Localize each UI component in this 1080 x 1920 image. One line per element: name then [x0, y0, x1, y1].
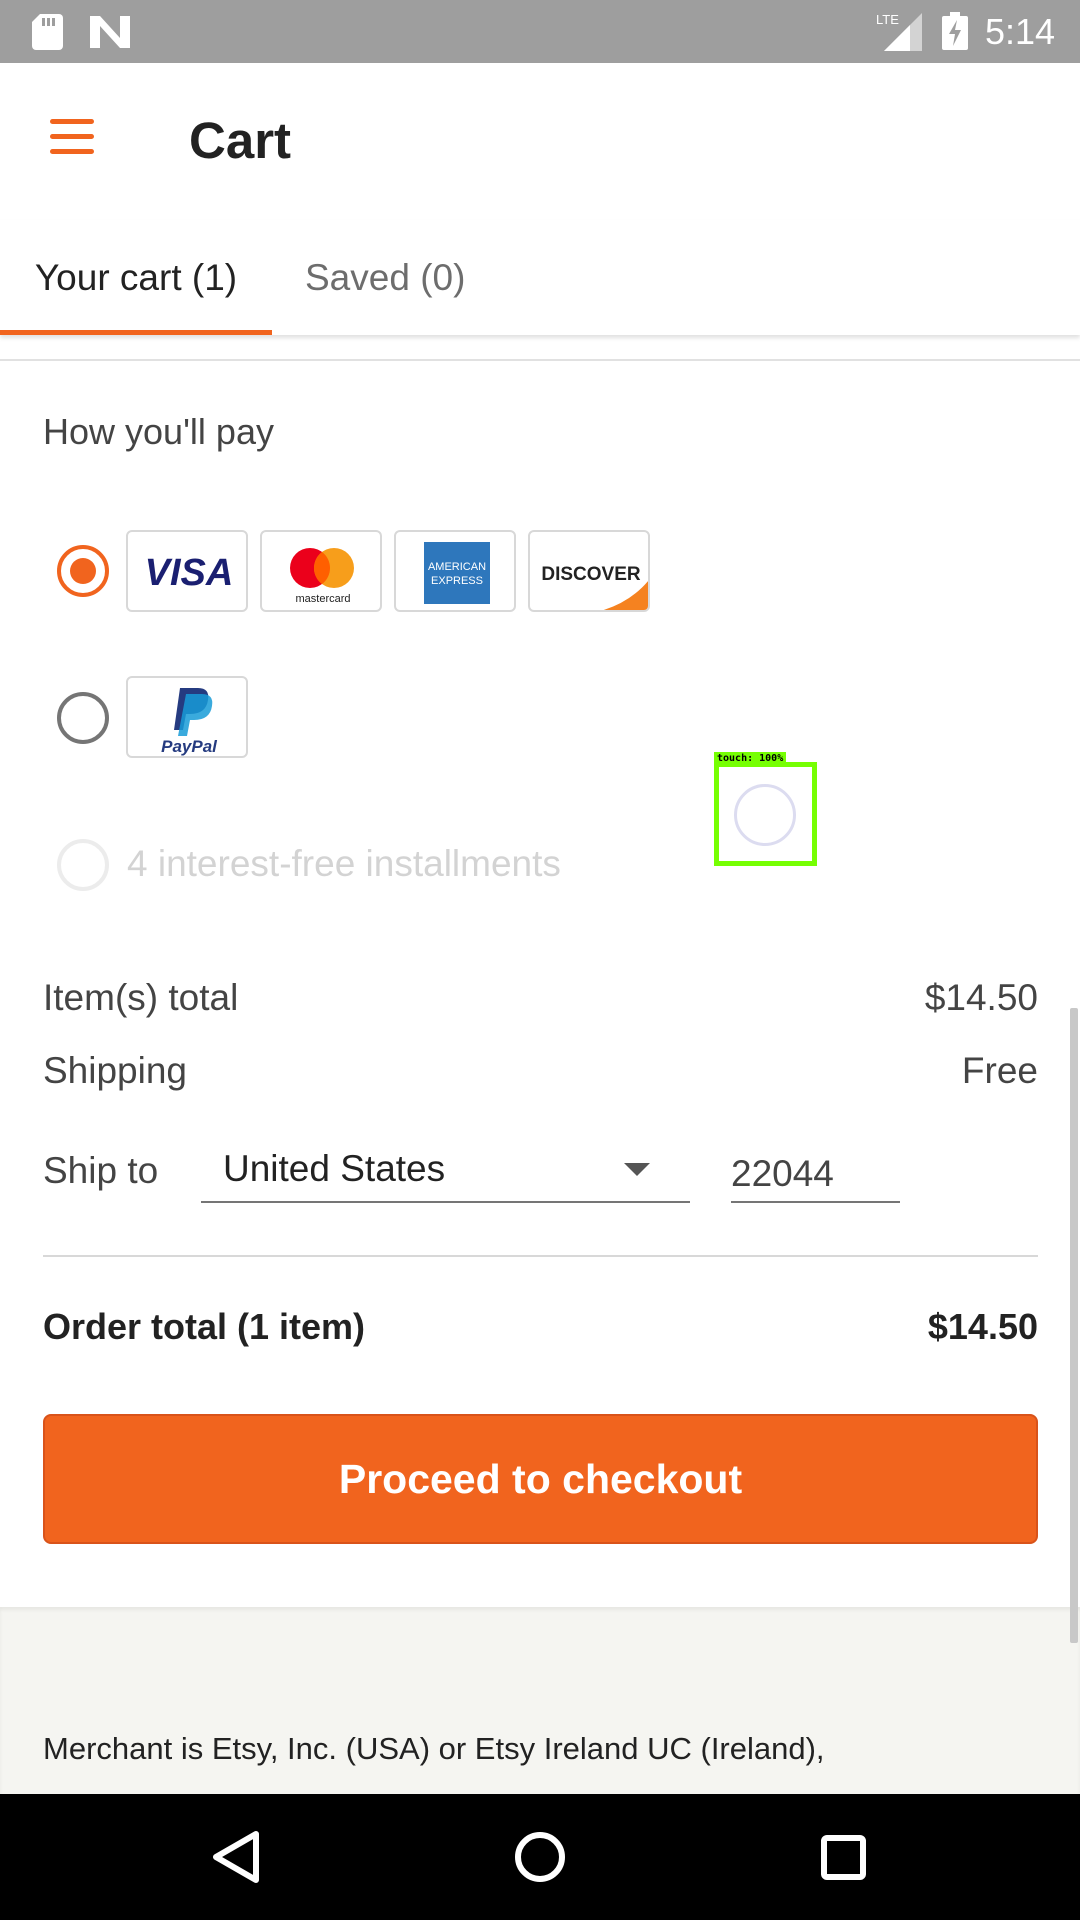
svg-text:VISA: VISA [145, 552, 234, 594]
radio-paypal[interactable] [57, 692, 109, 744]
ship-to-label: Ship to [43, 1150, 159, 1191]
footer-area: Merchant is Etsy, Inc. (USA) or Etsy Ire… [0, 1607, 1080, 1794]
signal-lte-icon: LTE [872, 11, 922, 51]
svg-text:LTE: LTE [876, 12, 899, 27]
svg-text:mastercard: mastercard [295, 593, 350, 605]
proceed-to-checkout-button[interactable]: Proceed to checkout [43, 1414, 1038, 1544]
tab-bar: Your cart (1) Saved (0) [0, 220, 1080, 335]
tab-your-cart-label: Your cart (1) [34, 257, 238, 298]
discover-logo: DISCOVER [528, 530, 650, 612]
country-select-value: United States [223, 1148, 446, 1189]
status-bar: LTE 5:14 [0, 0, 1080, 63]
dropdown-arrow-icon [624, 1163, 650, 1176]
svg-text:PayPal: PayPal [161, 737, 218, 756]
divider [43, 1255, 1038, 1257]
status-clock: 5:14 [985, 11, 1056, 52]
system-nav-bar [0, 1794, 1080, 1920]
back-icon[interactable] [172, 1794, 298, 1920]
divider [0, 359, 1080, 361]
merchant-info-text: Merchant is Etsy, Inc. (USA) or Etsy Ire… [43, 1731, 825, 1766]
items-total-label: Item(s) total [43, 977, 239, 1018]
payment-heading: How you'll pay [43, 411, 274, 452]
tab-saved-label: Saved (0) [305, 257, 466, 298]
sd-card-icon [32, 14, 63, 50]
battery-charging-icon [942, 12, 968, 50]
order-total-value: $14.50 [927, 1306, 1038, 1347]
country-select[interactable]: United States [201, 1146, 690, 1203]
visa-logo: VISA [126, 530, 248, 612]
items-total-value: $14.50 [924, 977, 1038, 1018]
amex-logo: AMERICAN EXPRESS [394, 530, 516, 612]
tab-saved[interactable]: Saved (0) [305, 220, 465, 335]
hamburger-menu-icon[interactable] [44, 115, 98, 159]
touch-indicator-circle [734, 784, 796, 846]
zip-code-input[interactable] [731, 1146, 900, 1203]
installments-label: 4 interest-free installments [127, 843, 561, 884]
radio-cards[interactable] [57, 545, 109, 597]
app-bar: Cart [0, 63, 1080, 220]
home-icon[interactable] [477, 1794, 603, 1920]
paypal-logo: PayPal [126, 676, 248, 758]
radio-installments[interactable] [57, 839, 109, 891]
scrollbar[interactable] [1070, 1008, 1078, 1643]
svg-text:DISCOVER: DISCOVER [541, 564, 641, 585]
recents-icon[interactable] [780, 1794, 906, 1920]
n-logo-icon [90, 16, 130, 48]
mastercard-logo: mastercard [260, 530, 382, 612]
tab-your-cart[interactable]: Your cart (1) [0, 220, 272, 335]
order-total-label: Order total (1 item) [43, 1306, 366, 1347]
page-title: Cart [189, 112, 292, 169]
shipping-label: Shipping [43, 1050, 188, 1091]
svg-text:EXPRESS: EXPRESS [431, 575, 483, 587]
shipping-value: Free [961, 1050, 1038, 1091]
active-tab-indicator [0, 330, 272, 335]
svg-text:AMERICAN: AMERICAN [428, 561, 486, 573]
